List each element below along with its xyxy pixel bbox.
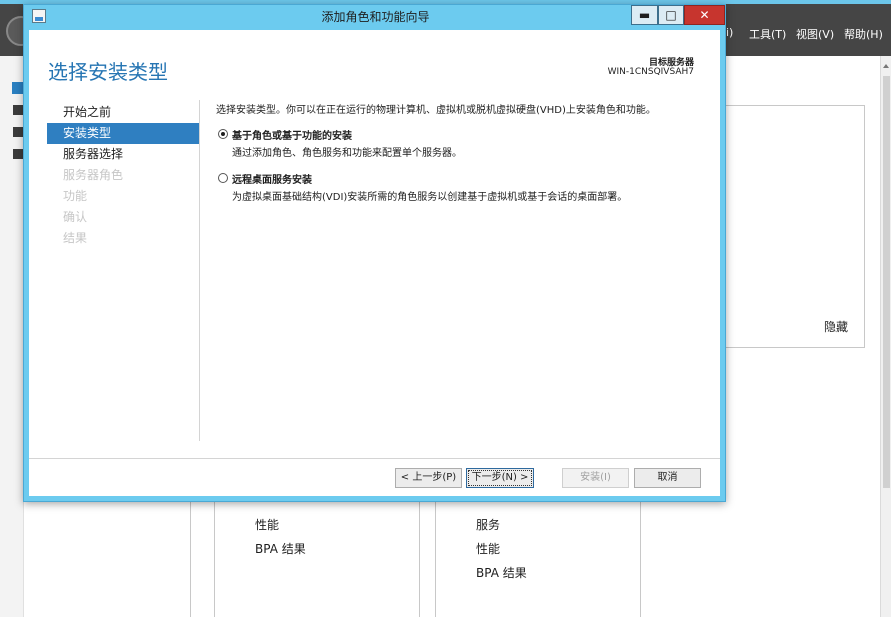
nav-results: 结果 [63, 231, 88, 245]
page-title: 选择安装类型 [48, 60, 168, 84]
all-servers-icon[interactable] [13, 127, 23, 137]
option-title[interactable]: 基于角色或基于功能的安装 [232, 127, 706, 142]
maximize-button[interactable]: □ [658, 5, 684, 25]
file-storage-icon[interactable] [13, 149, 23, 159]
nav-server-selection[interactable]: 服务器选择 [47, 144, 199, 165]
server-tile-2: 服务 性能 BPA 结果 [435, 502, 641, 617]
maximize-icon: □ [665, 8, 677, 22]
footer-divider [29, 458, 720, 459]
cancel-button[interactable]: 取消 [634, 468, 701, 488]
divider [190, 502, 191, 617]
tile-item-bpa[interactable]: BPA 结果 [476, 564, 527, 581]
menu-item-partial[interactable]: i) [726, 26, 733, 39]
hide-link[interactable]: 隐藏 [824, 318, 848, 335]
add-roles-wizard-dialog: 添加角色和功能向导 ▬ □ ✕ 选择安装类型 目标服务器 WIN-1CNSQIV… [23, 4, 726, 502]
server-manager-sidebar [0, 56, 24, 617]
wizard-content: 选择安装类型。你可以在正在运行的物理计算机、虚拟机或脱机虚拟硬盘(VHD)上安装… [216, 101, 706, 203]
target-server-value: WIN-1CNSQIVSAH7 [607, 67, 694, 77]
wizard-body: 选择安装类型 目标服务器 WIN-1CNSQIVSAH7 开始之前 安装类型 服… [29, 30, 720, 496]
local-server-icon[interactable] [13, 105, 23, 115]
minimize-button[interactable]: ▬ [631, 5, 658, 25]
option-title[interactable]: 远程桌面服务安装 [232, 171, 706, 186]
tile-item-performance[interactable]: 性能 [476, 540, 500, 557]
welcome-panel [726, 105, 865, 348]
nav-server-roles: 服务器角色 [63, 168, 124, 182]
menu-help[interactable]: 帮助(H) [844, 26, 883, 42]
scroll-thumb[interactable] [883, 76, 890, 488]
tile-item-services[interactable]: 服务 [476, 516, 500, 533]
scroll-up-icon[interactable] [883, 64, 889, 68]
wizard-nav: 开始之前 安装类型 服务器选择 服务器角色 功能 确认 结果 [47, 102, 199, 249]
option-description: 为虚拟桌面基础结构(VDI)安装所需的角色服务以创建基于虚拟机或基于会话的桌面部… [232, 192, 628, 203]
tile-item-bpa[interactable]: BPA 结果 [255, 540, 306, 557]
tile-item-performance[interactable]: 性能 [255, 516, 279, 533]
nav-installation-type[interactable]: 安装类型 [47, 123, 199, 144]
minimize-icon: ▬ [638, 8, 651, 22]
nav-divider [199, 100, 200, 441]
option-role-based[interactable]: 基于角色或基于功能的安装 通过添加角色、角色服务和功能来配置单个服务器。 [216, 127, 706, 159]
install-button: 安装(I) [562, 468, 629, 488]
option-description: 通过添加角色、角色服务和功能来配置单个服务器。 [232, 148, 462, 159]
intro-text: 选择安装类型。你可以在正在运行的物理计算机、虚拟机或脱机虚拟硬盘(VHD)上安装… [216, 105, 656, 116]
close-icon: ✕ [699, 8, 710, 22]
wizard-title: 添加角色和功能向导 [321, 10, 430, 24]
nav-confirmation: 确认 [63, 210, 88, 224]
vertical-scrollbar[interactable] [880, 56, 891, 617]
menu-view[interactable]: 视图(V) [796, 26, 834, 42]
radio-role-based[interactable] [218, 129, 228, 139]
close-button[interactable]: ✕ [684, 5, 725, 25]
previous-button[interactable]: < 上一步(P) [395, 468, 462, 488]
next-button[interactable]: 下一步(N) > [466, 468, 534, 488]
radio-remote-desktop[interactable] [218, 173, 228, 183]
nav-before-you-begin[interactable]: 开始之前 [47, 102, 199, 123]
server-tile-1: 性能 BPA 结果 [214, 502, 420, 617]
menu-tools[interactable]: 工具(T) [749, 26, 786, 42]
option-remote-desktop[interactable]: 远程桌面服务安装 为虚拟桌面基础结构(VDI)安装所需的角色服务以创建基于虚拟机… [216, 171, 706, 203]
nav-features: 功能 [63, 189, 88, 203]
